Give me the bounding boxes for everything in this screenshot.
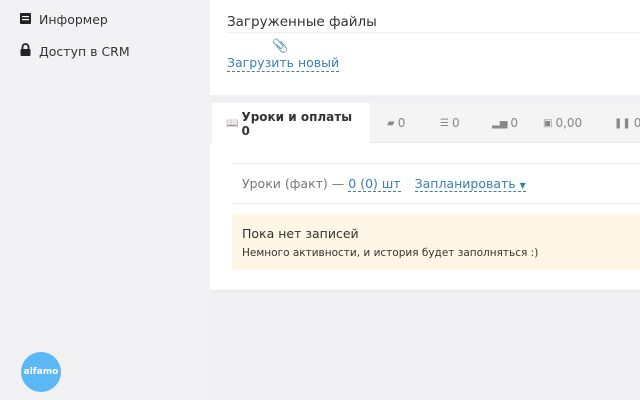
notice-text: Немного активности, и история будет запо… <box>242 247 539 259</box>
tab-label: Уроки и оплаты 0 <box>241 109 353 138</box>
sidebar-item-informer[interactable]: Информер <box>20 12 108 27</box>
files-title: Загруженные файлы <box>227 14 377 30</box>
tab-bonuses[interactable]: ▣ 0,00 <box>543 103 582 143</box>
tab-comments[interactable]: ▰ 0 <box>387 103 405 143</box>
caret-down-icon: ▼ <box>519 181 526 190</box>
notice-title: Пока нет записей <box>242 226 359 241</box>
tab-label: 0 <box>510 116 519 130</box>
divider <box>227 32 640 33</box>
tab-stats[interactable]: ▂▅ 0 <box>492 103 518 143</box>
paperclip-icon[interactable]: 📎 <box>272 39 288 54</box>
lessons-summary: Уроки (факт) — 0 (0) шт Запланировать ▼ <box>242 176 526 192</box>
tab-label: 0 <box>397 116 406 130</box>
uploaded-files-panel: Загруженные файлы 📎 Загрузить новый <box>210 0 640 95</box>
sidebar-item-label: Информер <box>39 12 108 27</box>
list-icon: ☰ <box>440 117 449 129</box>
sidebar-item-crm-access[interactable]: Доступ в CRM <box>20 43 130 59</box>
book-icon: 📖 <box>226 118 239 129</box>
upload-new-link[interactable]: Загрузить новый <box>227 55 340 72</box>
schedule-label: Запланировать <box>414 176 516 191</box>
lessons-label: Уроки (факт) — <box>242 176 345 191</box>
pause-icon: ❚❚ <box>614 117 631 129</box>
gift-icon: ▣ <box>543 117 553 129</box>
logo-text: alfamo <box>23 367 59 377</box>
lessons-panel: Уроки (факт) — 0 (0) шт Запланировать ▼ … <box>210 143 640 291</box>
tab-label: 0 <box>633 116 640 130</box>
divider <box>232 203 640 204</box>
alfamo-logo[interactable]: alfamo <box>21 352 61 392</box>
tab-pauses[interactable]: ❚❚ 0 <box>614 103 640 143</box>
schedule-dropdown[interactable]: Запланировать ▼ <box>414 176 526 192</box>
tab-tasks[interactable]: ☰ 0 <box>440 103 460 143</box>
lock-icon <box>20 43 32 59</box>
tab-label: 0,00 <box>555 116 583 130</box>
empty-notice: Пока нет записей Немного активности, и и… <box>232 214 640 270</box>
newspaper-icon <box>20 12 32 27</box>
tabs-bar: 📖 Уроки и оплаты 0 ▰ 0 ☰ 0 ▂▅ 0 ▣ 0,00 ❚❚ 0 <box>210 103 640 144</box>
comments-icon: ▰ <box>387 117 395 129</box>
lessons-count-link[interactable]: 0 (0) шт <box>348 176 401 192</box>
tab-lessons-payments[interactable]: 📖 Уроки и оплаты 0 <box>212 103 370 144</box>
divider <box>232 163 640 164</box>
sidebar-item-label: Доступ в CRM <box>39 43 130 59</box>
sidebar: Информер Доступ в CRM alfamo <box>0 0 210 400</box>
bar-chart-icon: ▂▅ <box>492 117 508 129</box>
tab-label: 0 <box>451 116 460 130</box>
